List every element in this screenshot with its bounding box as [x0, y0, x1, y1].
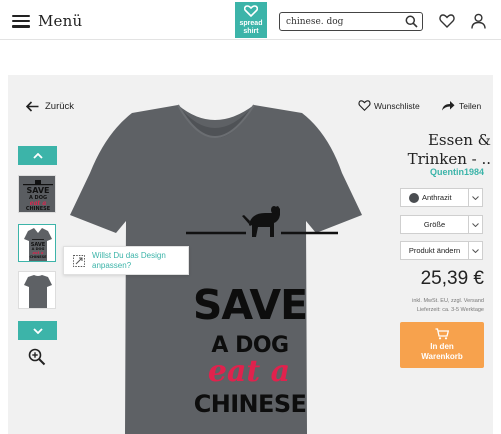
- share-button[interactable]: Teilen: [441, 100, 481, 111]
- color-swatch: [409, 192, 419, 203]
- thumbnail-design-save: SAVE: [26, 186, 49, 195]
- thumbnail-design-chinese: CHINESE: [26, 206, 51, 212]
- thumbnail-front-image: SAVE A DOG eat a CHINESE: [19, 225, 55, 261]
- thumbnail-back-image: [19, 272, 55, 308]
- add-to-cart-button[interactable]: In den Warenkorb: [400, 322, 484, 368]
- color-select[interactable]: Anthrazit: [400, 188, 483, 207]
- share-label: Teilen: [459, 100, 482, 111]
- menu-icon: [12, 14, 30, 28]
- delivery-time: Lieferzeit: ca. 3-5 Werktage: [416, 307, 484, 313]
- zoom-in-icon[interactable]: [28, 348, 46, 366]
- design-line-save: SAVE: [192, 281, 308, 329]
- tooltip-line2: anpassen?: [92, 260, 132, 270]
- cart-label-line1: In den: [430, 342, 454, 351]
- wishlist-button[interactable]: Wunschliste: [358, 100, 420, 111]
- menu-label: Menü: [38, 12, 83, 30]
- resize-design-icon: [73, 254, 85, 267]
- search-icon[interactable]: [405, 15, 418, 28]
- design-print: SAVE A DOG eat a CHINESE: [170, 233, 350, 433]
- designer-link[interactable]: Quentin1984: [403, 167, 484, 177]
- heart-outline-icon: [358, 100, 371, 111]
- change-product-value: Produkt ändern: [408, 246, 461, 255]
- change-product-select[interactable]: Produkt ändern: [400, 241, 483, 260]
- tooltip-line1: Willst Du das Design: [92, 250, 166, 260]
- tooltip-text: Willst Du das Design anpassen?: [92, 251, 166, 271]
- thumbnail-design[interactable]: SAVE A DOG eat a CHINESE: [18, 175, 56, 213]
- top-header: Menü spread shirt: [0, 0, 501, 40]
- chevron-down-icon: [468, 216, 482, 233]
- cart-label-line2: Warenkorb: [421, 352, 463, 361]
- thumbnail-front[interactable]: SAVE A DOG eat a CHINESE: [18, 224, 56, 262]
- color-select-value: Anthrazit: [422, 193, 452, 202]
- vat-info: inkl. MwSt. EU, zzgl. Versand Lieferzeit…: [388, 297, 484, 315]
- product-title-line1: Essen &: [427, 131, 491, 149]
- design-line-chinese: CHINESE: [193, 390, 307, 418]
- spreadshirt-logo[interactable]: spread shirt: [235, 2, 267, 38]
- product-area: Zurück SAVE A DOG eat a CHINESE SAVE A D…: [8, 75, 493, 434]
- search-input[interactable]: [286, 14, 398, 29]
- chevron-down-icon: [468, 189, 482, 206]
- customize-design-tooltip[interactable]: Willst Du das Design anpassen?: [63, 246, 189, 275]
- cart-icon: [435, 328, 449, 340]
- size-select-value: Größe: [423, 220, 446, 229]
- heart-icon[interactable]: [439, 14, 455, 28]
- logo-heart-icon: [244, 5, 258, 17]
- logo-text-spread: spread: [239, 20, 263, 27]
- search-box: [279, 12, 423, 31]
- chevron-down-icon: [32, 327, 43, 334]
- thumbnail-back[interactable]: [18, 271, 56, 309]
- wishlist-label: Wunschliste: [374, 100, 420, 111]
- chevron-up-icon: [32, 152, 43, 159]
- thumbnail-front-chinese: CHINESE: [29, 255, 47, 259]
- arrow-left-icon: [26, 101, 39, 112]
- thumbnails-up-button[interactable]: [18, 146, 57, 165]
- product-title: Essen & Trinken - ..: [403, 131, 491, 169]
- vat-line1: inkl. MwSt. EU, zzgl. Versand: [412, 298, 484, 304]
- share-arrow-icon: [442, 101, 455, 111]
- thumbnails-down-button[interactable]: [18, 321, 57, 340]
- thumbnail-design-image: SAVE A DOG eat a CHINESE: [19, 176, 55, 212]
- user-icon[interactable]: [471, 13, 486, 29]
- logo-text-shirt: shirt: [243, 28, 259, 35]
- chevron-down-icon: [468, 242, 482, 259]
- design-line-eata: eat a: [207, 354, 291, 389]
- menu-button[interactable]: Menü: [12, 12, 82, 30]
- product-price: 25,39 €: [420, 268, 484, 289]
- size-select[interactable]: Größe: [400, 215, 483, 234]
